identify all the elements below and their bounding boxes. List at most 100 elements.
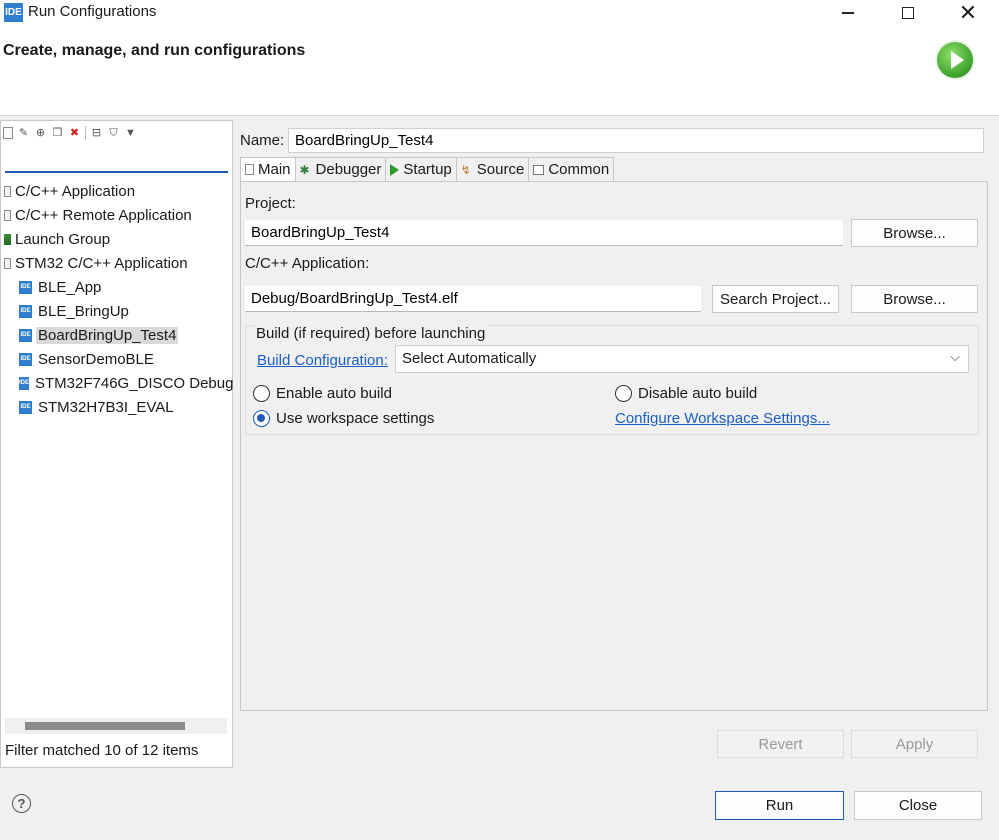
main-tab-panel: Project: Browse... C/C++ Application: Se… — [240, 181, 988, 711]
source-icon: ↯ — [460, 162, 471, 177]
revert-button[interactable]: Revert — [717, 730, 844, 758]
tree-config-item[interactable]: IDE SensorDemoBLE — [3, 347, 231, 371]
search-project-button[interactable]: Search Project... — [712, 285, 839, 313]
disable-auto-build-option[interactable]: Disable auto build — [615, 385, 757, 402]
ide-config-icon: IDE — [19, 352, 32, 366]
new-prototype-icon[interactable]: ✎ — [17, 127, 30, 140]
run-button[interactable]: Run — [715, 791, 844, 820]
configuration-editor: Name: Main ✱ Debugger Startup ↯ Source Com… — [235, 120, 999, 768]
tree-item-label: C/C++ Remote Application — [15, 206, 192, 224]
tab-startup[interactable]: Startup — [386, 157, 457, 182]
apply-button[interactable]: Apply — [851, 730, 978, 758]
build-group-title: Build (if required) before launching — [254, 325, 488, 342]
launch-group-icon — [4, 233, 11, 245]
tab-source[interactable]: ↯ Source — [456, 157, 530, 182]
tab-label: Common — [548, 161, 610, 178]
config-type-icon — [4, 209, 11, 221]
filter-status: Filter matched 10 of 12 items — [5, 742, 199, 759]
tree-config-item[interactable]: IDE BLE_BringUp — [3, 299, 231, 323]
configure-workspace-settings-link[interactable]: Configure Workspace Settings... — [615, 410, 830, 427]
duplicate-icon[interactable]: ❐ — [51, 127, 64, 140]
use-workspace-settings-option[interactable]: Use workspace settings — [253, 410, 434, 427]
title-bar: IDE Run Configurations ✕ — [0, 0, 999, 26]
minimize-button[interactable] — [818, 0, 878, 26]
close-icon: ✕ — [958, 0, 978, 25]
tree-category-item[interactable]: C/C++ Remote Application — [3, 203, 231, 227]
project-label: Project: — [245, 195, 296, 212]
maximize-icon — [902, 7, 914, 19]
delete-icon[interactable]: ✖ — [68, 127, 81, 140]
config-tabs: Main ✱ Debugger Startup ↯ Source Common — [240, 157, 615, 182]
tree-item-label: C/C++ Application — [15, 182, 136, 200]
configuration-tree: C/C++ Application C/C++ Remote Applicatio… — [3, 179, 233, 419]
tab-common[interactable]: Common — [529, 157, 615, 182]
close-window-button[interactable]: ✕ — [938, 0, 998, 26]
build-configuration-link[interactable]: Build Configuration: — [257, 352, 388, 369]
ide-app-icon: IDE — [4, 3, 23, 22]
filter-icon[interactable]: ⛉ — [107, 127, 120, 140]
config-type-icon — [4, 257, 11, 269]
tree-config-item[interactable]: IDE BLE_App — [3, 275, 231, 299]
tree-category-item[interactable]: C/C++ Application — [3, 179, 231, 203]
build-configuration-select[interactable]: Select Automatically ⌵ — [395, 345, 969, 373]
startup-icon — [390, 163, 400, 176]
horizontal-scrollbar[interactable] — [5, 718, 227, 734]
tree-item-label: BLE_App — [38, 278, 102, 296]
common-icon — [533, 164, 545, 175]
tab-debugger[interactable]: ✱ Debugger — [295, 157, 387, 182]
enable-auto-build-option[interactable]: Enable auto build — [253, 385, 392, 402]
view-menu-icon[interactable]: ▼ — [124, 127, 137, 140]
tree-item-label: SensorDemoBLE — [38, 350, 154, 368]
window-title: Run Configurations — [28, 3, 157, 20]
tree-item-label: STM32 C/C++ Application — [15, 254, 188, 272]
main-tab-icon — [245, 164, 254, 175]
minimize-icon — [842, 12, 854, 14]
tree-config-item[interactable]: IDE STM32H7B3I_EVAL — [3, 395, 231, 419]
tree-category-item[interactable]: Launch Group — [3, 227, 231, 251]
scrollbar-thumb[interactable] — [25, 722, 185, 730]
run-icon — [937, 42, 973, 78]
tab-label: Main — [258, 161, 291, 178]
build-configuration-value: Select Automatically — [402, 350, 537, 367]
project-browse-button[interactable]: Browse... — [851, 219, 978, 247]
config-toolbar: ✎ ⊕ ❐ ✖ ⊟ ⛉ ▼ — [3, 124, 137, 142]
application-label: C/C++ Application: — [245, 255, 370, 272]
name-input[interactable] — [288, 128, 984, 153]
ide-config-icon: IDE — [19, 376, 30, 390]
ide-config-icon: IDE — [19, 304, 32, 318]
project-input[interactable] — [245, 220, 843, 246]
dialog-heading: Create, manage, and run configurations — [3, 42, 306, 59]
chevron-down-icon: ⌵ — [950, 349, 960, 364]
tree-config-item[interactable]: IDE BoardBringUp_Test4 — [3, 323, 231, 347]
application-input[interactable] — [245, 286, 701, 312]
collapse-all-icon[interactable]: ⊟ — [90, 127, 103, 140]
ide-config-icon: IDE — [19, 400, 32, 414]
tree-config-item[interactable]: IDE STM32F746G_DISCO Debug — [3, 371, 233, 395]
maximize-button[interactable] — [878, 0, 938, 26]
tab-label: Source — [476, 161, 525, 178]
config-type-icon — [4, 185, 11, 197]
tree-item-label: BoardBringUp_Test4 — [36, 326, 179, 344]
name-label: Name: — [240, 132, 285, 149]
disable-auto-build-radio[interactable] — [615, 385, 632, 402]
toolbar-separator — [85, 126, 86, 140]
new-configuration-icon[interactable] — [3, 127, 13, 139]
enable-auto-build-radio[interactable] — [253, 385, 270, 402]
ide-config-icon: IDE — [19, 280, 32, 294]
close-button[interactable]: Close — [854, 791, 982, 820]
use-workspace-settings-radio[interactable] — [253, 410, 270, 427]
export-icon[interactable]: ⊕ — [34, 127, 47, 140]
enable-auto-build-label: Enable auto build — [276, 385, 392, 402]
tree-item-label: STM32F746G_DISCO Debug — [35, 374, 234, 392]
debugger-icon: ✱ — [299, 162, 310, 177]
filter-input[interactable] — [5, 148, 228, 173]
tree-item-label: BLE_BringUp — [38, 302, 129, 320]
help-icon[interactable]: ? — [12, 794, 31, 813]
use-workspace-settings-label: Use workspace settings — [276, 410, 435, 427]
tab-main[interactable]: Main — [240, 157, 296, 182]
tree-category-item[interactable]: STM32 C/C++ Application — [3, 251, 231, 275]
ide-config-icon: IDE — [19, 328, 32, 342]
tab-label: Startup — [403, 161, 452, 178]
application-browse-button[interactable]: Browse... — [851, 285, 978, 313]
build-group: Build (if required) before launching Bui… — [245, 325, 979, 435]
